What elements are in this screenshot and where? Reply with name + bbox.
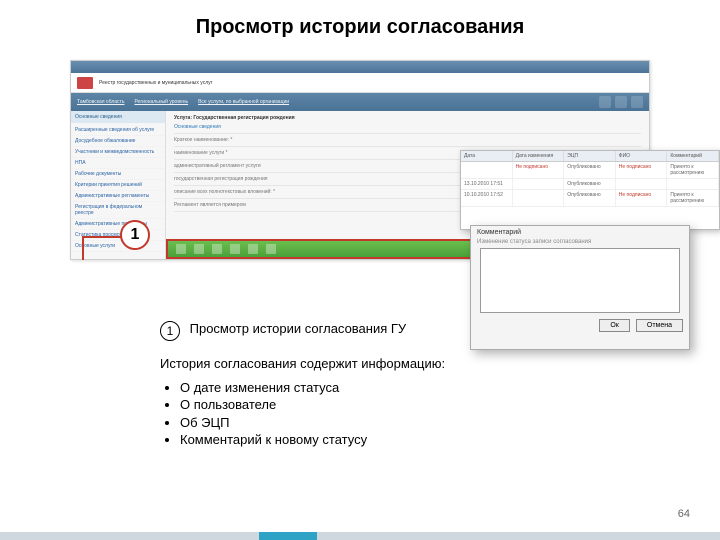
grid-cell [513,179,565,189]
grid-header: ЭЦП [564,151,616,161]
field-line: Краткое наименование: * [174,134,641,147]
section-title: Основные сведения [174,121,641,134]
icon-a[interactable] [599,96,611,108]
comment-textarea[interactable] [480,248,680,313]
comment-dialog: Комментарий Изменение статуса записи сог… [470,225,690,350]
sidebar-item[interactable]: Досудебное обжалование [71,136,165,147]
grid-header: Дата изменения [513,151,565,161]
toolbar-icon[interactable] [212,244,222,254]
legend-item: Комментарий к новому статусу [180,431,520,449]
tab-bar: Тамбовская область Региональный уровень … [71,93,649,111]
tab-all[interactable]: Все услуги, по выбранной организации [198,99,289,105]
sidebar-item[interactable]: Административные регламенты [71,191,165,202]
grid-cell [513,190,565,206]
icon-b[interactable] [615,96,627,108]
grid-header: ФИО [616,151,668,161]
legend-item: О дате изменения статуса [180,379,520,397]
toolbar-icon[interactable] [230,244,240,254]
footer-decoration [0,532,720,540]
legend-text: 1 Просмотр истории согласования ГУ Истор… [160,320,520,449]
ok-button[interactable]: Ок [599,319,630,332]
sidebar-item[interactable]: НПА [71,158,165,169]
dialog-title: Комментарий [471,226,689,239]
toolbar-icon[interactable] [266,244,276,254]
dialog-subtitle: Изменение статуса записи согласования [471,239,689,248]
slide-title: Просмотр истории согласования [0,0,720,53]
grid-cell: Опубликовано [564,190,616,206]
grid-header: Дата [461,151,513,161]
legend-step-text: Просмотр истории согласования ГУ [190,320,490,338]
grid-header: Комментарий [667,151,719,161]
toolbar-icon[interactable] [176,244,186,254]
app-logo [77,77,93,89]
grid-cell: Не подписано [513,162,565,178]
toolbar-icon[interactable] [194,244,204,254]
tab-region[interactable]: Тамбовская область [77,99,124,105]
sidebar-header: Основные сведения [71,111,165,123]
sidebar-item[interactable]: Основные услуги [71,241,165,252]
history-grid: Дата Дата изменения ЭЦП ФИО Комментарий … [460,150,720,230]
tab-level[interactable]: Региональный уровень [134,99,188,105]
grid-cell: Опубликовано [564,162,616,178]
legend-item: Об ЭЦП [180,414,520,432]
toolbar-icon[interactable] [248,244,258,254]
sidebar-item[interactable]: Критерии принятия решений [71,180,165,191]
grid-cell: 10.10.2010 17:52 [461,190,513,206]
grid-cell [461,162,513,178]
sidebar-item[interactable]: Административные процедуры [71,219,165,230]
grid-cell: 13.10.2010 17:51 [461,179,513,189]
page-number: 64 [678,508,690,520]
grid-cell [616,179,668,189]
grid-cell: Не подписано [616,162,668,178]
legend-step-circle: 1 [160,321,180,341]
callout-1: 1 [120,220,150,250]
legend-item: О пользователе [180,396,520,414]
app-header: Реестр государственных и муниципальных у… [71,73,649,93]
cancel-button[interactable]: Отмена [636,319,683,332]
grid-cell: Принято к рассмотрению [667,162,719,178]
grid-cell: Опубликовано [564,179,616,189]
sidebar-item[interactable]: Участники и межведомственность [71,147,165,158]
grid-cell [667,179,719,189]
sidebar-item[interactable]: Регистрация в федеральном реестре [71,202,165,219]
sidebar-item[interactable]: Расширенные сведения об услуге [71,125,165,136]
sidebar-item[interactable]: Рабочие документы [71,169,165,180]
callout-connector-v [82,236,84,260]
grid-cell: Принято к рассмотрению [667,190,719,206]
grid-cell: Не подписано [616,190,668,206]
header-text: Реестр государственных и муниципальных у… [99,80,212,86]
icon-c[interactable] [631,96,643,108]
window-chrome [71,61,649,73]
legend-intro: История согласования содержит информацию… [160,355,520,373]
callout-connector [82,236,122,238]
